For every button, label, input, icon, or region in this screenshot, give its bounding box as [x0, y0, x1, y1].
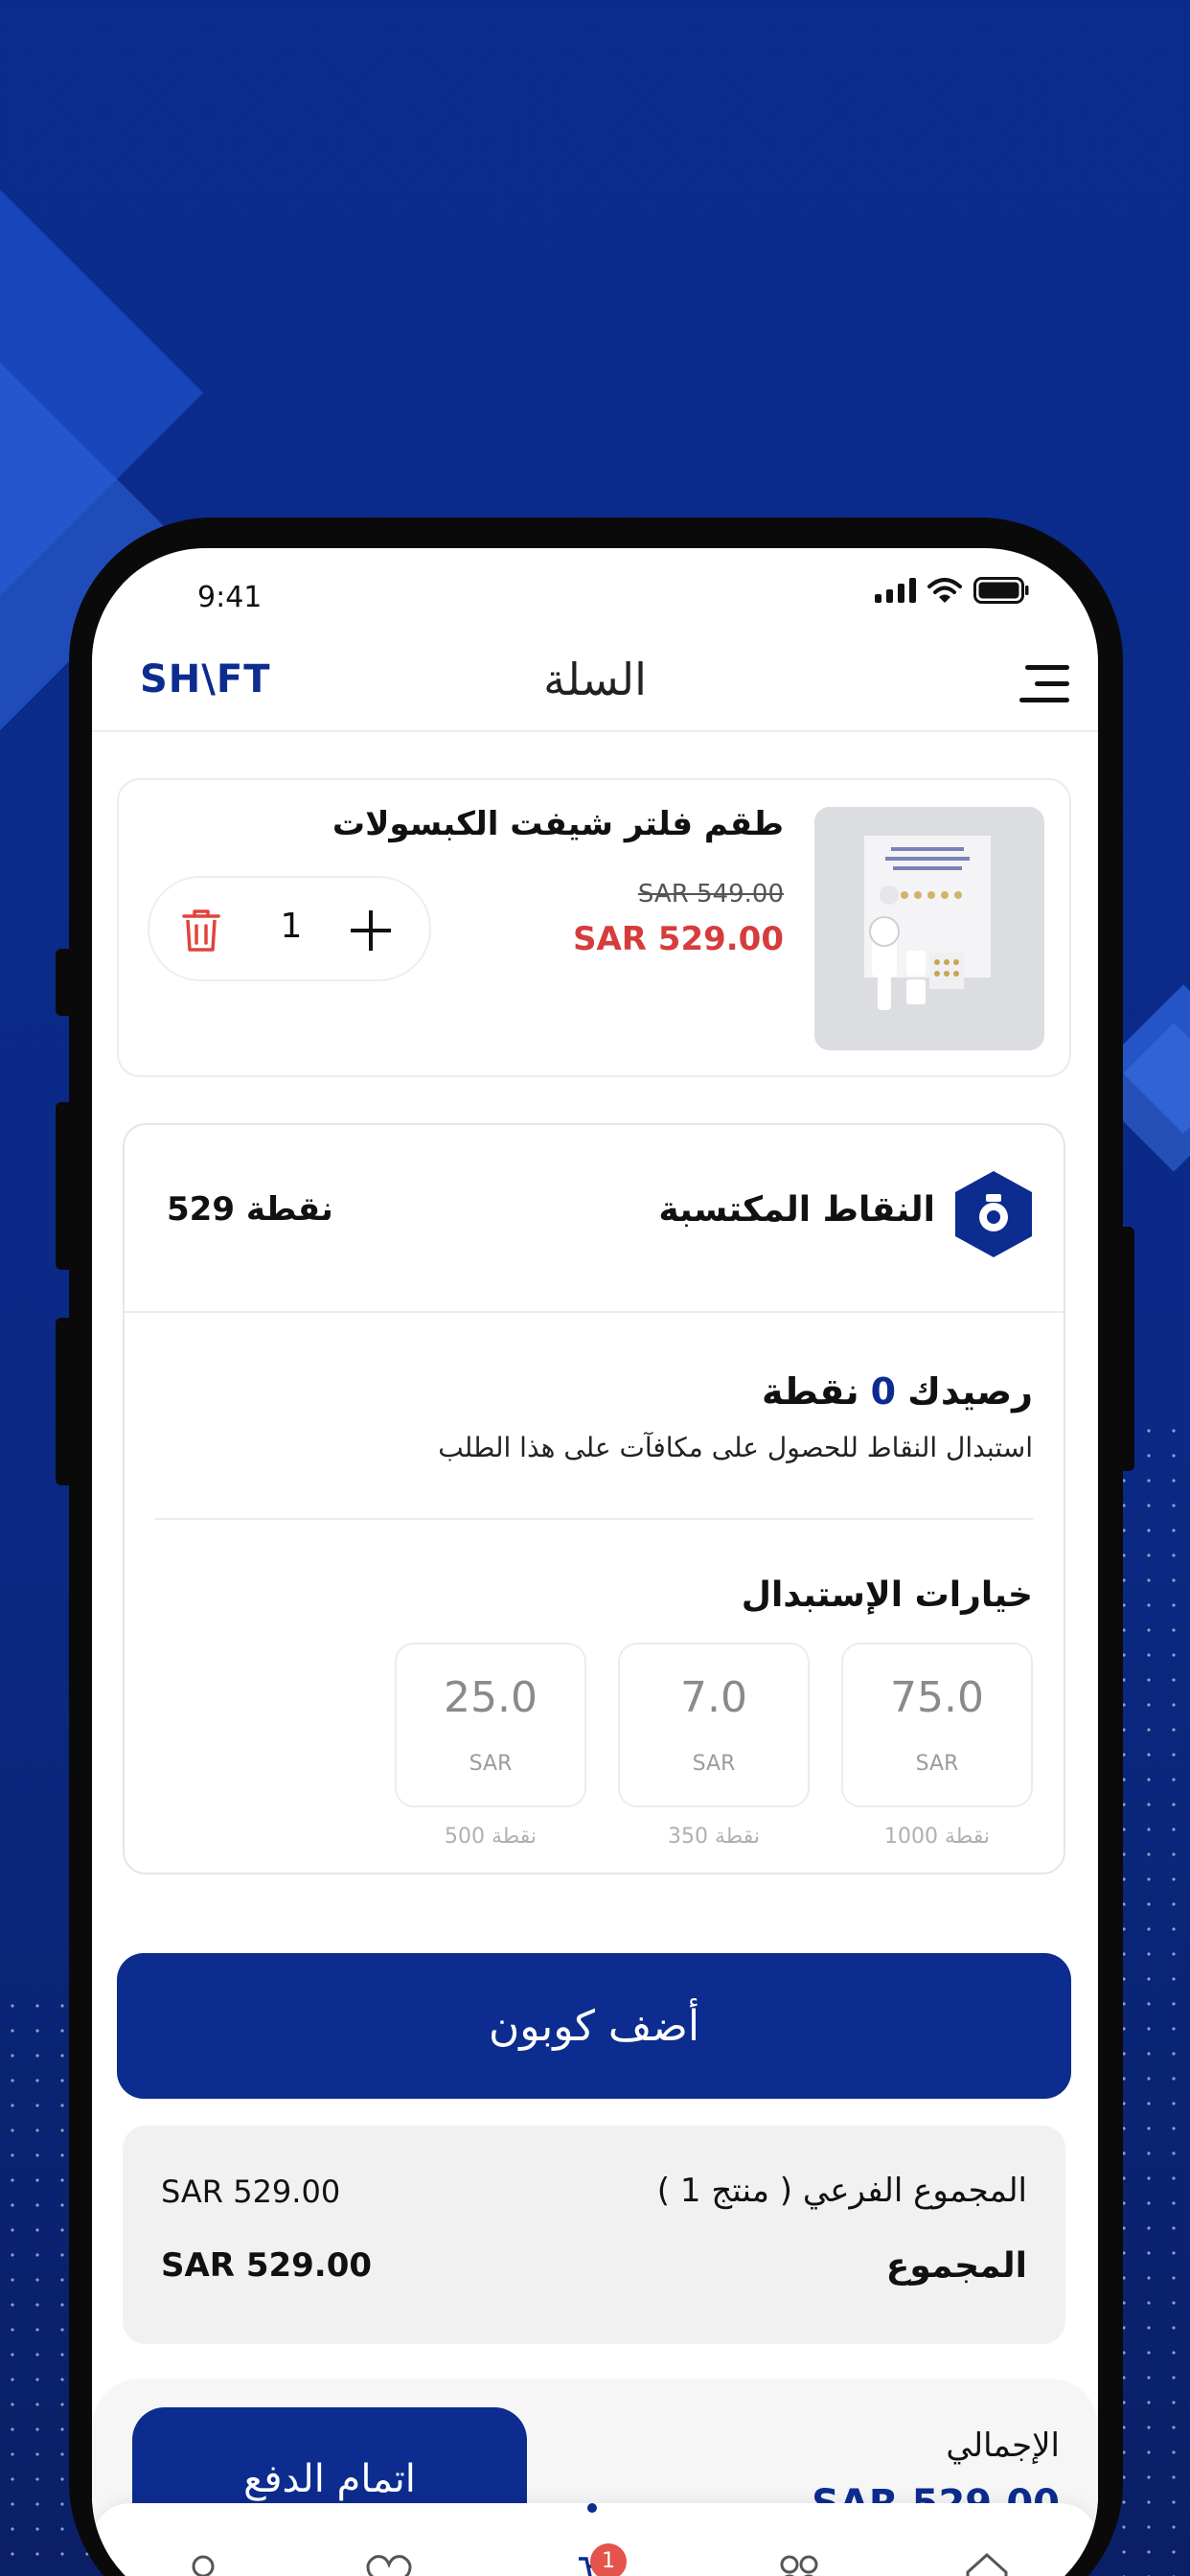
product-name[interactable]: طقم فلتر شيفت الكبسولات — [332, 805, 784, 843]
background-dots — [1111, 1418, 1190, 2576]
divider — [125, 1311, 1064, 1313]
redeem-option-value: 75.0 — [890, 1673, 984, 1722]
redeem-options-title: خيارات الإستبدال — [741, 1576, 1033, 1615]
redeem-option-points: 1000 نقطة — [883, 1825, 991, 1849]
redeem-option-currency: SAR — [692, 1752, 736, 1776]
balance-suffix: نقطة — [761, 1370, 859, 1413]
balance-prefix: رصيدك — [907, 1370, 1033, 1413]
plus-icon[interactable] — [347, 907, 395, 954]
cart-count-badge: 1 — [590, 2543, 627, 2576]
earned-points-title: النقاط المكتسبة — [658, 1190, 935, 1230]
points-description: استبدال النقاط للحصول على مكافآت على هذا… — [438, 1432, 1033, 1463]
page-title: السلة — [543, 654, 647, 705]
wifi-icon — [927, 577, 962, 604]
loyalty-points-card: النقاط المكتسبة 529 نقطة رصيدك0 نقطة استب… — [123, 1123, 1065, 1874]
points-balance: رصيدك0 نقطة — [762, 1370, 1033, 1413]
total-label: المجموع — [885, 2246, 1027, 2286]
redeem-option[interactable]: 25.0 SAR — [395, 1643, 586, 1807]
trash-icon[interactable] — [180, 907, 222, 954]
menu-icon[interactable] — [1012, 663, 1069, 705]
quantity-value: 1 — [280, 907, 303, 946]
quantity-stepper: 1 — [148, 876, 431, 981]
redeem-option-currency: SAR — [469, 1752, 513, 1776]
header-divider — [92, 730, 1098, 732]
battery-icon — [973, 577, 1029, 604]
nav-home-icon[interactable] — [960, 2547, 1014, 2576]
bottom-navigation: 1 — [92, 2503, 1098, 2576]
signal-icon — [875, 578, 916, 603]
nav-profile-icon[interactable] — [176, 2547, 230, 2576]
active-tab-indicator — [587, 2503, 597, 2513]
redeem-option-points: 500 نقطة — [444, 1825, 538, 1849]
grand-total-label: الإجمالي — [946, 2426, 1060, 2465]
nav-favorites-icon[interactable] — [362, 2547, 416, 2576]
subtotal-value: SAR 529.00 — [161, 2174, 341, 2210]
old-price: SAR 549.00 — [637, 880, 784, 908]
status-time: 9:41 — [197, 581, 263, 614]
cart-item-card: طقم فلتر شيفت الكبسولات SAR 549.00 SAR 5… — [117, 778, 1071, 1077]
redeem-option[interactable]: 75.0 SAR — [841, 1643, 1033, 1807]
earned-points-value: 529 نقطة — [167, 1190, 333, 1229]
redeem-option-points: 350 نقطة — [667, 1825, 761, 1849]
phone-screen: 9:41 SH\FT السلة طقم فلتر شيفت الكبسولات… — [92, 548, 1098, 2576]
redeem-option-value: 25.0 — [444, 1673, 538, 1722]
points-badge-icon — [952, 1169, 1035, 1259]
nav-categories-icon[interactable] — [772, 2547, 826, 2576]
balance-value: 0 — [870, 1370, 897, 1413]
sale-price: SAR 529.00 — [572, 920, 784, 958]
add-coupon-button[interactable]: أضف كوبون — [117, 1953, 1071, 2099]
order-summary: المجموع الفرعي ( منتج 1 ) SAR 529.00 الم… — [123, 2126, 1065, 2344]
subtotal-label: المجموع الفرعي ( منتج 1 ) — [656, 2172, 1027, 2210]
product-image[interactable] — [814, 807, 1044, 1050]
total-value: SAR 529.00 — [161, 2246, 373, 2285]
redeem-option[interactable]: 7.0 SAR — [618, 1643, 810, 1807]
redeem-option-currency: SAR — [915, 1752, 959, 1776]
status-icons — [875, 577, 1029, 604]
app-header: SH\FT السلة — [92, 644, 1098, 730]
redeem-option-value: 7.0 — [680, 1673, 747, 1722]
divider — [155, 1518, 1033, 1520]
